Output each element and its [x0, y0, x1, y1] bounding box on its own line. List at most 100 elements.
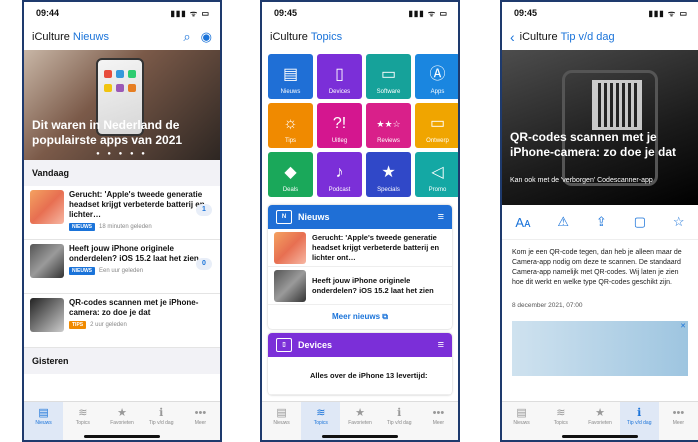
news-time: 18 minuten geleden — [99, 224, 152, 230]
card-title: Nieuws — [298, 212, 330, 222]
comment-icon[interactable]: ▢ — [634, 214, 646, 230]
tab-label: Nieuws — [35, 420, 52, 426]
search-icon[interactable]: ⌕ — [183, 29, 190, 45]
card-news-item[interactable]: Heeft jouw iPhone originele onderdelen? … — [268, 267, 452, 305]
devices-card-header[interactable]: ▯ Devices ≡ — [268, 333, 452, 357]
device-icon: ▯ — [276, 338, 292, 352]
tile-label: Reviews — [377, 138, 400, 144]
topic-tile-apps[interactable]: Ⓐ Apps — [415, 54, 458, 99]
app-brand: iCulture — [270, 31, 308, 43]
home-indicator[interactable] — [562, 435, 638, 438]
tab-label: Favorieten — [588, 420, 612, 426]
news-icon: N — [276, 210, 292, 224]
card-title: Devices — [298, 340, 333, 350]
app-store-icon: Ⓐ — [429, 66, 446, 83]
tile-label: Uitleg — [331, 138, 348, 144]
more-icon: ••• — [432, 407, 445, 419]
nav-bar: ‹ iCulture Tip v/d dag — [502, 24, 698, 50]
menu-icon[interactable]: ≡ — [438, 339, 444, 351]
device-icon: ▯ — [335, 66, 344, 83]
settings-icon[interactable]: ◉ — [201, 29, 212, 45]
news-thumbnail — [30, 244, 64, 278]
topic-tile-nieuws[interactable]: ▤ Nieuws — [268, 54, 313, 99]
topic-tile-uitleg[interactable]: ?! Uitleg — [317, 103, 362, 148]
menu-icon[interactable]: ≡ — [438, 211, 444, 223]
article-actions: Aᴀ ⚠ ⇪ ▢ ☆ — [502, 205, 698, 240]
star-icon: ★ — [595, 407, 605, 419]
app-brand: iCulture — [32, 31, 70, 43]
topic-tile-promo[interactable]: ◁ Promo — [415, 152, 458, 197]
status-time: 09:45 — [274, 8, 298, 18]
tab-meer[interactable]: ••• Meer — [659, 402, 698, 440]
topic-tile-reviews[interactable]: ★★☆ Reviews — [366, 103, 411, 148]
star-icon: ★ — [117, 407, 127, 419]
news-time: 2 uur geleden — [90, 322, 127, 328]
comment-count-badge: 1 — [196, 204, 212, 216]
tab-label: Meer — [672, 420, 685, 426]
article-title: QR-codes scannen met je iPhone-camera: z… — [510, 130, 677, 159]
tile-label: Devices — [328, 89, 351, 95]
microphone-icon: ♪ — [335, 164, 344, 181]
home-indicator[interactable] — [322, 435, 398, 438]
news-card: N Nieuws ≡ Gerucht: 'Apple's tweede gene… — [268, 205, 452, 329]
news-title: Heeft jouw iPhone originele onderdelen? … — [312, 275, 434, 295]
more-news-link[interactable]: Meer nieuws ⧉ — [268, 305, 452, 329]
news-icon: ▤ — [516, 407, 527, 419]
topic-tile-tips[interactable]: ☼ Tips — [268, 103, 313, 148]
tab-label: Tip v/d dag — [386, 420, 412, 426]
tab-meer[interactable]: ••• Meer — [181, 402, 220, 440]
topic-tile-ontwerp[interactable]: ▭ Ontwerp — [415, 103, 458, 148]
topic-tile-podcast[interactable]: ♪ Podcast — [317, 152, 362, 197]
phone-news-screen: 09:44 ▮▮▮ ᯤ ▭ iCulture Nieuws ⌕ ◉ Dit wa… — [22, 0, 222, 442]
topic-tile-deals[interactable]: ◆ Deals — [268, 152, 313, 197]
topics-grid: ▤ Nieuws ▯ Devices ▭ Software Ⓐ Apps ☼ Tips ?… — [262, 50, 458, 201]
tab-label: Tip v/d dag — [148, 420, 174, 426]
question-icon: ?! — [332, 115, 347, 132]
warning-icon[interactable]: ⚠ — [557, 214, 569, 230]
carousel-dots[interactable]: ● ● ● ● ● — [24, 151, 220, 157]
star-icon: ★ — [381, 164, 396, 181]
more-icon: ••• — [194, 407, 207, 419]
news-item[interactable]: Gerucht: 'Apple's tweede generatie heads… — [24, 186, 220, 240]
topic-tile-software[interactable]: ▭ Software — [366, 54, 411, 99]
status-bar: 09:45 ▮▮▮ ᯤ ▭ — [502, 2, 698, 24]
status-time: 09:44 — [36, 8, 60, 18]
article-date: 8 december 2021, 07:00 — [512, 302, 583, 309]
rating-icon: ★★☆ — [376, 119, 401, 129]
tile-label: Tips — [284, 138, 297, 144]
megaphone-icon: ◁ — [431, 164, 444, 181]
phone-topics-screen: 09:45 ▮▮▮ ᯤ ▭ iCulture Topics ▤ Nieuws ▯ D… — [260, 0, 460, 442]
share-icon[interactable]: ⇪ — [596, 214, 607, 230]
news-time: Een uur geleden — [99, 268, 144, 274]
tab-nieuws[interactable]: ▤ Nieuws — [24, 402, 64, 440]
favorite-star-icon[interactable]: ☆ — [673, 214, 685, 230]
info-icon: ℹ — [637, 407, 642, 419]
tab-nieuws[interactable]: ▤ Nieuws — [502, 402, 541, 440]
status-bar: 09:44 ▮▮▮ ᯤ ▭ — [24, 2, 220, 24]
tile-label: Specials — [377, 187, 400, 193]
back-chevron-icon[interactable]: ‹ — [510, 29, 515, 45]
tab-meer[interactable]: ••• Meer — [419, 402, 458, 440]
hero-banner[interactable]: Dit waren in Nederland de populairste ap… — [24, 50, 220, 160]
card-news-item[interactable]: Alles over de iPhone 13 levertijd: — [268, 357, 452, 395]
tile-label: Nieuws — [280, 89, 301, 95]
news-item[interactable]: Heeft jouw iPhone originele onderdelen? … — [24, 240, 220, 294]
tab-nieuws[interactable]: ▤ Nieuws — [262, 402, 301, 440]
tile-label: Deals — [282, 187, 299, 193]
tile-label: Podcast — [328, 187, 351, 193]
nav-section-title: Tip v/d dag — [560, 31, 615, 43]
topic-tile-devices[interactable]: ▯ Devices — [317, 54, 362, 99]
star-icon: ★ — [355, 407, 365, 419]
news-thumbnail — [30, 190, 64, 224]
news-card-header[interactable]: N Nieuws ≡ — [268, 205, 452, 229]
close-icon[interactable]: ✕ — [680, 322, 686, 330]
advertisement[interactable]: ✕ — [512, 321, 688, 376]
card-news-item[interactable]: Gerucht: 'Apple's tweede generatie heads… — [268, 229, 452, 267]
phone-tip-screen: 09:45 ▮▮▮ ᯤ ▭ ‹ iCulture Tip v/d dag QR-… — [500, 0, 698, 442]
terminal-icon: ▭ — [380, 66, 397, 83]
text-size-icon[interactable]: Aᴀ — [515, 215, 530, 230]
topic-tile-specials[interactable]: ★ Specials — [366, 152, 411, 197]
home-indicator[interactable] — [84, 435, 160, 438]
news-item[interactable]: QR-codes scannen met je iPhone-camera: z… — [24, 294, 220, 348]
info-icon: ℹ — [159, 407, 164, 419]
